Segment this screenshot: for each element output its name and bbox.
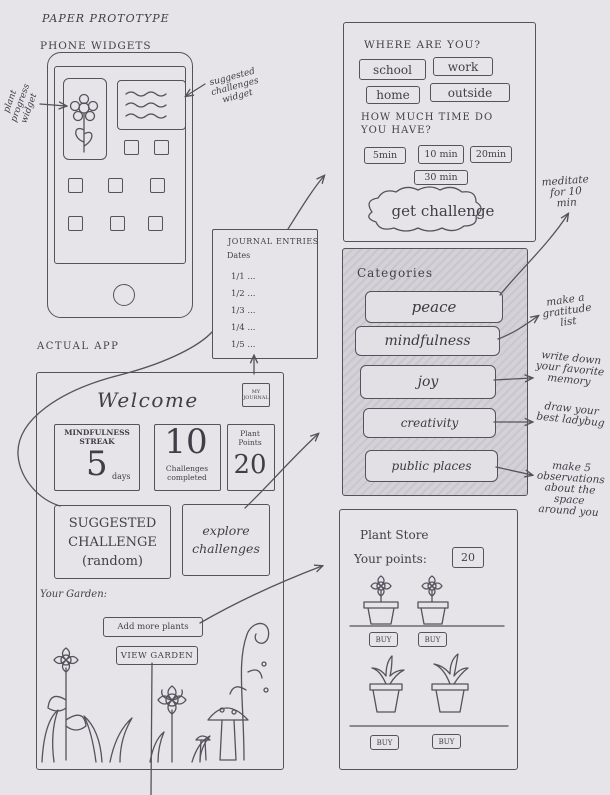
garden-flower-icon [47, 647, 87, 761]
mushroom-icon [207, 707, 249, 761]
potted-flower-icon [363, 575, 399, 625]
sketch-lines [17, 83, 610, 795]
potted-plant-icon [369, 655, 405, 713]
potted-plant-icon [431, 653, 469, 713]
garden-flower-icon [157, 685, 187, 763]
squiggle-lines [125, 91, 167, 119]
grass-leaves-icon [41, 709, 211, 763]
potted-flower-icon [417, 575, 449, 625]
cloud-shape [368, 186, 482, 232]
flower-icon [69, 93, 99, 153]
vine-icon [229, 622, 270, 761]
